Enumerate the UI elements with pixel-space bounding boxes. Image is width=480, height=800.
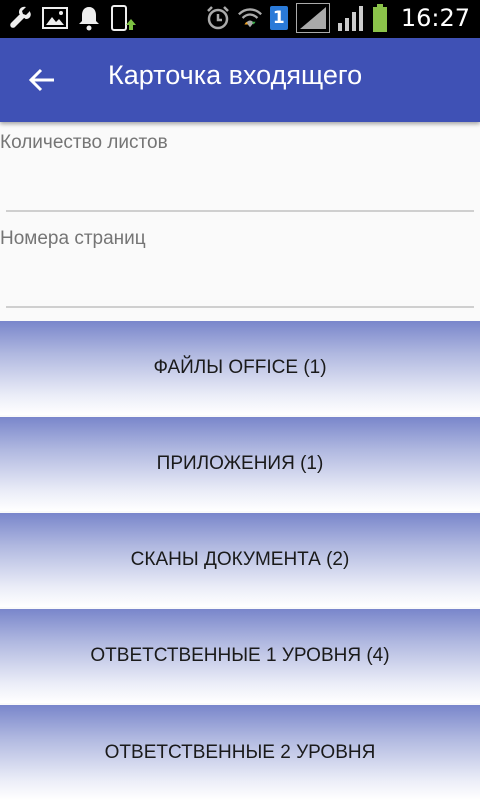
page-numbers-label: Номера страниц: [0, 228, 146, 249]
wrench-icon: [8, 5, 34, 31]
arrow-back-icon[interactable]: [26, 64, 58, 96]
status-bar: 1 16:27: [0, 0, 480, 38]
responsible-level2-label: ОТВЕТСТВЕННЫЕ 2 УРОВНЯ: [104, 741, 376, 763]
page-title: Карточка входящего: [108, 60, 363, 90]
scans-label: СКАНЫ ДОКУМЕНТА (2): [130, 549, 350, 570]
signal-icon: [295, 3, 331, 33]
phone-sync-icon: [110, 5, 136, 31]
app-bar: Карточка входящего: [0, 38, 480, 122]
sheets-count-field: Количество листов: [0, 122, 480, 218]
notification-icons: [8, 5, 136, 31]
page-numbers-field: Номера страниц: [0, 218, 480, 318]
sheets-count-label: Количество листов: [0, 132, 168, 153]
responsible-level1-label: ОТВЕТСТВЕННЫЕ 1 УРОВНЯ (4): [90, 645, 390, 666]
sim-badge-icon: 1: [269, 5, 289, 31]
system-icons: 1 16:27: [205, 3, 470, 33]
scans-button[interactable]: СКАНЫ ДОКУМЕНТА (2): [0, 513, 480, 607]
wifi-icon: [237, 5, 263, 31]
attachments-label: ПРИЛОЖЕНИЯ (1): [156, 453, 324, 474]
page-numbers-input[interactable]: [6, 270, 474, 308]
battery-icon: [371, 4, 389, 32]
signal-icon: [337, 5, 365, 31]
status-time: 16:27: [400, 4, 470, 32]
office-files-label: ФАЙЛЫ OFFICE (1): [153, 357, 327, 378]
attachments-button[interactable]: ПРИЛОЖЕНИЯ (1): [0, 417, 480, 511]
responsible-level1-button[interactable]: ОТВЕТСТВЕННЫЕ 1 УРОВНЯ (4): [0, 609, 480, 703]
sheets-count-input[interactable]: [6, 174, 474, 212]
mute-bell-icon: [76, 5, 102, 31]
image-icon: [42, 5, 68, 31]
responsible-level2-button[interactable]: ОТВЕТСТВЕННЫЕ 2 УРОВНЯ: [0, 705, 480, 800]
office-files-button[interactable]: ФАЙЛЫ OFFICE (1): [0, 321, 480, 415]
alarm-icon: [205, 5, 231, 31]
